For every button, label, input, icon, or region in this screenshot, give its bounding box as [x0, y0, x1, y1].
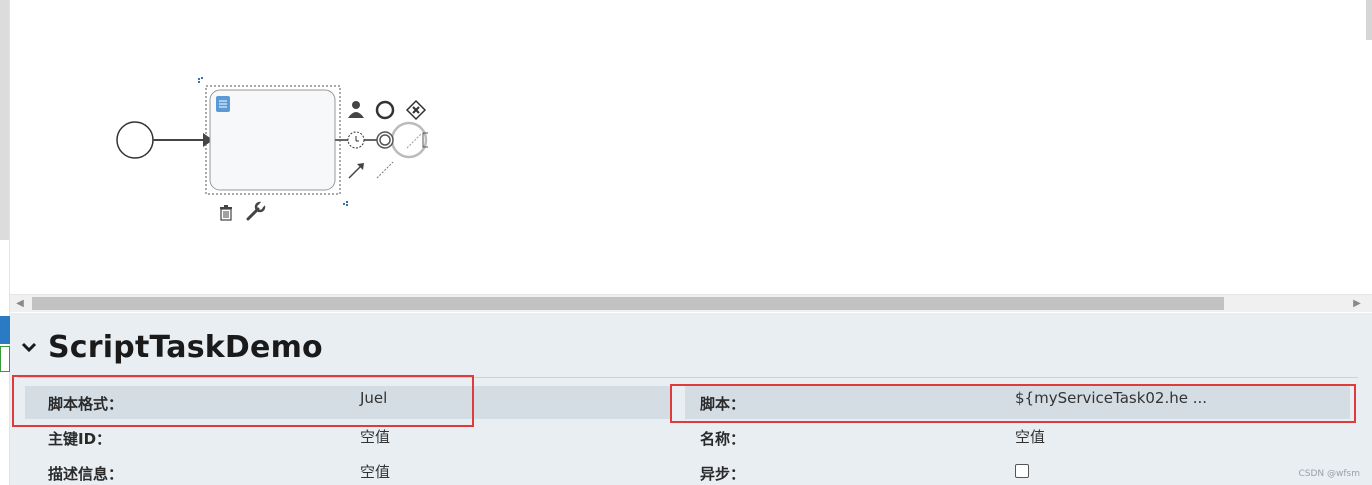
boundary-event-icon[interactable]	[376, 131, 394, 149]
name-value[interactable]: 空值	[1015, 426, 1045, 447]
left-selected-marker	[0, 316, 10, 344]
highlight-script-format	[12, 375, 474, 427]
diagram-svg	[116, 77, 428, 221]
diagram-canvas[interactable]	[10, 0, 1372, 294]
scroll-right-icon[interactable]: ▶	[1350, 297, 1364, 311]
intermediate-event-icon[interactable]	[347, 131, 365, 149]
description-label: 描述信息：	[48, 465, 124, 483]
gateway-icon[interactable]	[405, 99, 427, 121]
association-icon[interactable]	[376, 161, 394, 179]
description-value[interactable]: 空值	[360, 461, 390, 482]
start-event[interactable]	[116, 121, 154, 159]
left-edge-strip	[0, 0, 10, 485]
left-scrollbar[interactable]	[0, 0, 9, 240]
left-outline-marker	[0, 346, 10, 372]
script-task-icon	[216, 96, 230, 112]
scrollbar-thumb[interactable]	[32, 297, 1224, 310]
properties-title: ScriptTaskDemo	[48, 329, 323, 365]
scroll-left-icon[interactable]: ◀	[13, 297, 27, 311]
user-task-icon[interactable]	[348, 101, 364, 118]
highlight-script	[670, 384, 1356, 423]
name-label: 名称：	[700, 430, 746, 448]
chevron-down-icon[interactable]	[20, 338, 38, 356]
end-event-icon[interactable]	[375, 100, 395, 120]
canvas-vertical-scrollbar[interactable]	[1366, 0, 1372, 40]
properties-header[interactable]: ScriptTaskDemo	[20, 327, 323, 367]
properties-panel: ScriptTaskDemo 脚本格式： Juel 脚本： ${myServic…	[10, 313, 1372, 485]
watermark-text: CSDN @wfsm	[1298, 469, 1360, 479]
sequence-flow-icon[interactable]	[348, 163, 364, 179]
association-icon-2	[406, 133, 422, 149]
id-value[interactable]: 空值	[360, 426, 390, 447]
async-checkbox[interactable]	[1015, 464, 1029, 478]
delete-icon[interactable]	[220, 205, 232, 221]
settings-wrench-icon[interactable]	[246, 201, 266, 221]
sequence-flow-arrow[interactable]	[153, 133, 213, 147]
id-label: 主键ID：	[48, 430, 112, 448]
canvas-horizontal-scrollbar[interactable]: ◀ ▶	[10, 294, 1372, 312]
ghost-end-preview	[390, 121, 428, 159]
async-label: 异步：	[700, 465, 746, 483]
